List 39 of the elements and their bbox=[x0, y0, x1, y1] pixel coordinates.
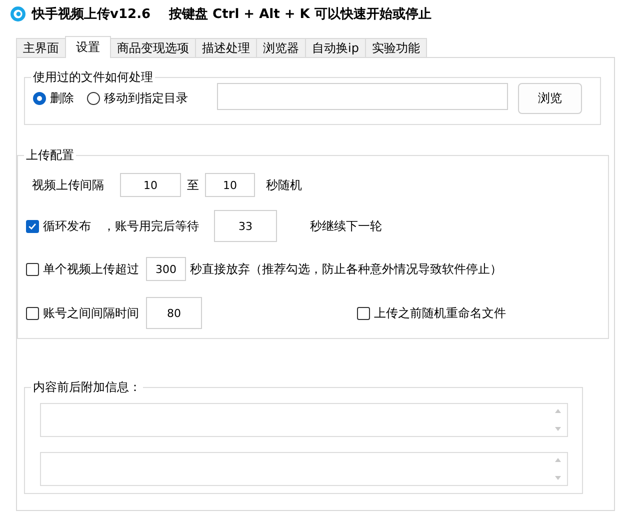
checkbox[interactable] bbox=[357, 306, 370, 320]
number-field[interactable]: 80 bbox=[146, 297, 202, 329]
timeout-suffix: 秒直接放弃（推荐勾选，防止各种意外情况导致软件停止） bbox=[190, 260, 502, 278]
group-title: 上传配置 bbox=[24, 147, 76, 163]
checkbox[interactable] bbox=[26, 306, 39, 320]
interval-label: 视频上传间隔 bbox=[32, 176, 105, 194]
tab[interactable]: 实验功能 bbox=[364, 38, 427, 57]
tab[interactable]: 设置 bbox=[65, 36, 111, 58]
group-title: 使用过的文件如何处理 bbox=[31, 69, 155, 85]
number-field[interactable]: 10 bbox=[120, 173, 181, 197]
rename-checkbox[interactable]: 上传之前随机重命名文件 bbox=[357, 304, 506, 322]
window-title: 快手视频上传v12.6 bbox=[32, 6, 152, 23]
path-field[interactable] bbox=[217, 83, 508, 110]
wait-suffix: 秒继续下一轮 bbox=[310, 218, 382, 234]
tab[interactable]: 浏览器 bbox=[256, 38, 306, 57]
interval-suffix: 秒随机 bbox=[266, 176, 302, 194]
checkbox[interactable] bbox=[26, 262, 39, 276]
number-field[interactable]: 10 bbox=[205, 173, 255, 197]
group-title: 内容前后附加信息： bbox=[31, 379, 143, 395]
browse-button[interactable]: 浏览 bbox=[518, 83, 582, 114]
scroll-arrows-icon bbox=[554, 407, 562, 433]
scroll-arrows-icon bbox=[554, 456, 562, 482]
hotkey-hint: 按键盘 Ctrl + Alt + K 可以快速开始或停止 bbox=[169, 6, 432, 23]
tab[interactable]: 描述处理 bbox=[195, 38, 257, 57]
checkmark-icon bbox=[27, 220, 38, 232]
range-separator: 至 bbox=[187, 176, 199, 194]
account-gap-checkbox[interactable]: 账号之间间隔时间 bbox=[26, 304, 142, 322]
radio-option[interactable]: 删除 bbox=[33, 90, 74, 107]
app-logo-icon bbox=[10, 6, 26, 22]
wait-label: ，账号用完后等待 bbox=[103, 218, 200, 234]
checkbox[interactable] bbox=[26, 220, 39, 232]
number-field[interactable]: 33 bbox=[214, 210, 277, 242]
loop-checkbox[interactable]: 循环发布 bbox=[26, 218, 91, 234]
radio-option[interactable]: 移动到指定目录 bbox=[87, 90, 188, 107]
tab[interactable]: 商品变现选项 bbox=[110, 38, 196, 57]
tab[interactable]: 主界面 bbox=[16, 38, 66, 57]
number-field[interactable]: 300 bbox=[146, 257, 186, 281]
tab[interactable]: 自动换ip bbox=[305, 38, 366, 57]
timeout-checkbox[interactable]: 单个视频上传超过 bbox=[26, 260, 142, 278]
